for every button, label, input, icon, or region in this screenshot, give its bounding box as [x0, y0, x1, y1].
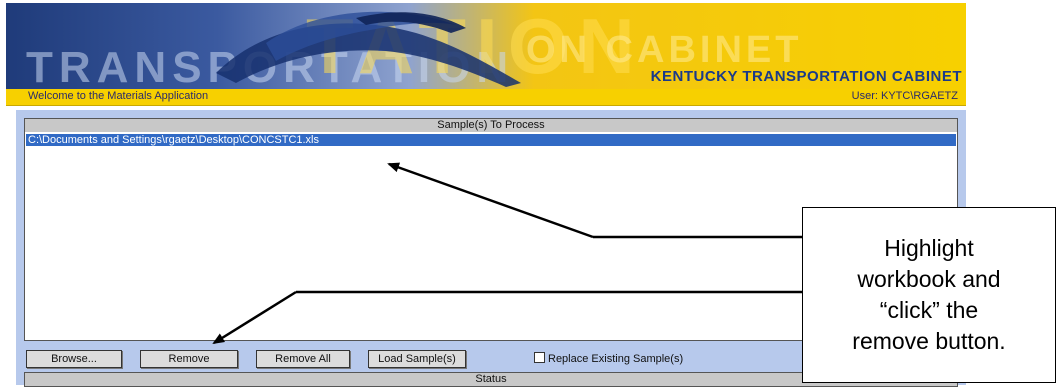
remove-all-button[interactable]: Remove All: [256, 350, 350, 368]
remove-button[interactable]: Remove: [140, 350, 238, 368]
load-samples-button[interactable]: Load Sample(s): [368, 350, 466, 368]
checkbox-box[interactable]: [534, 352, 545, 363]
callout-line: remove button.: [852, 328, 1006, 354]
callout-line: “click” the: [879, 297, 979, 323]
samples-list-header: Sample(s) To Process: [24, 118, 958, 133]
user-label: User: KYTC\RGAETZ: [851, 90, 958, 102]
agency-name: KENTUCKY TRANSPORTATION CABINET: [650, 68, 962, 85]
horse-logo-icon: [216, 11, 521, 87]
replace-existing-checkbox[interactable]: Replace Existing Sample(s): [534, 352, 683, 365]
instruction-callout: Highlight workbook and “click” the remov…: [802, 207, 1056, 383]
browse-button[interactable]: Browse...: [26, 350, 122, 368]
callout-line: workbook and: [857, 266, 1001, 292]
replace-existing-label: Replace Existing Sample(s): [548, 353, 684, 365]
banner-background-word-2: ON CABINET: [526, 29, 803, 71]
callout-line: Highlight: [884, 235, 974, 261]
header-strip: Welcome to the Materials Application Use…: [6, 89, 966, 106]
welcome-text: Welcome to the Materials Application: [28, 90, 209, 102]
app-banner: TRANSPORTATION TATION ON CABINET KENTUCK…: [6, 3, 966, 89]
list-item[interactable]: C:\Documents and Settings\rgaetz\Desktop…: [26, 134, 956, 146]
